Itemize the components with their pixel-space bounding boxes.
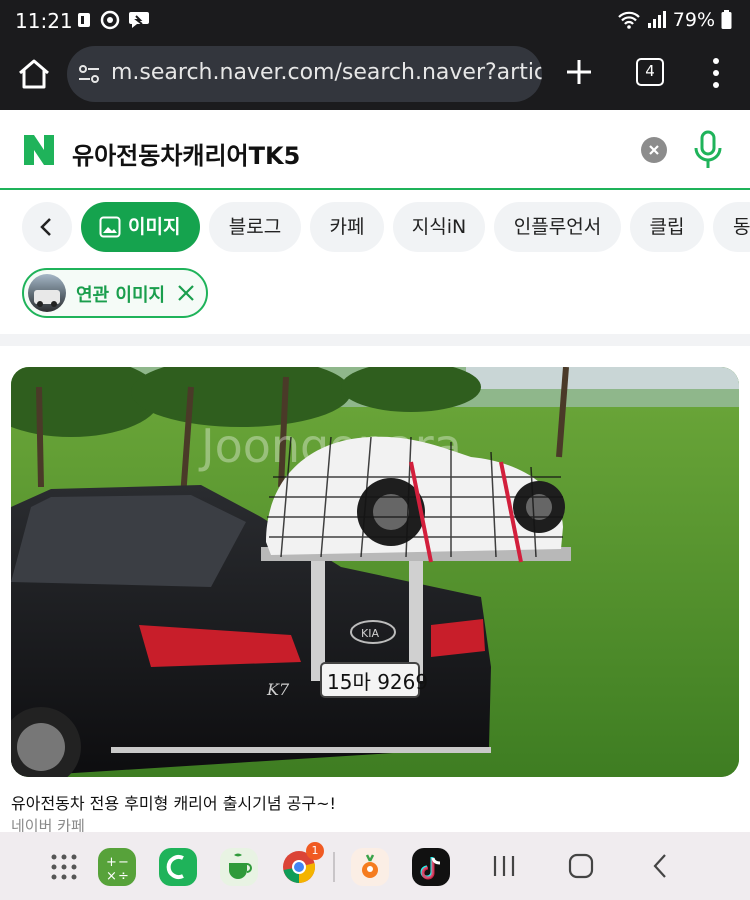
tab-blog[interactable]: 블로그 <box>209 202 301 252</box>
car-logo-text: KIA <box>361 627 379 640</box>
recent-apps-icon[interactable] <box>492 854 516 878</box>
battery-icon <box>721 10 732 29</box>
coffee-app-icon[interactable] <box>220 848 258 886</box>
license-plate-text: 15마 9269 <box>327 670 428 694</box>
app-drawer-icon[interactable] <box>50 853 78 881</box>
result-title[interactable]: 유아전동차 전용 후미형 캐리어 출시기념 공구~! <box>11 790 336 814</box>
browser-toolbar: m.search.naver.com/search.naver?artic 4 <box>0 42 750 110</box>
carrot-app-icon[interactable] <box>351 848 389 886</box>
tab-knowledge[interactable]: 지식iN <box>393 202 485 252</box>
tabs-back-button[interactable] <box>22 202 72 252</box>
home-icon[interactable] <box>16 56 52 92</box>
url-text: m.search.naver.com/search.naver?artic <box>111 60 542 85</box>
chat-notification-icon <box>129 12 149 28</box>
phone-app-icon[interactable] <box>159 848 197 886</box>
tab-influencer[interactable]: 인플루언서 <box>494 202 621 252</box>
search-tabs: 이미지 블로그 카페 지식iN 인플루언서 클립 동 <box>0 190 750 260</box>
back-nav-icon[interactable] <box>650 853 670 879</box>
naver-logo-icon[interactable] <box>22 133 56 167</box>
wifi-icon <box>617 11 640 29</box>
clear-search-button[interactable] <box>641 137 667 163</box>
taskbar: + − × ÷ 1 <box>0 832 750 900</box>
tab-video[interactable]: 동 <box>713 202 750 252</box>
tab-switcher-button[interactable]: 4 <box>636 58 664 86</box>
chip-thumbnail <box>28 274 66 312</box>
notification-badge: 1 <box>306 842 324 860</box>
status-bar: 11:21 79% <box>0 0 750 42</box>
filter-area: 연관 이미지 <box>0 260 750 334</box>
site-settings-icon[interactable] <box>77 62 101 86</box>
svg-text:+: + <box>106 855 117 870</box>
microphone-icon[interactable] <box>692 130 724 170</box>
taskbar-divider <box>333 852 335 882</box>
tab-images[interactable]: 이미지 <box>81 202 200 252</box>
status-time: 11:21 <box>15 9 73 33</box>
section-divider <box>0 334 750 346</box>
signal-icon <box>647 11 666 28</box>
image-icon <box>99 216 121 238</box>
car-carrier-photo: Joongonara 15마 9269 KIA K7 <box>11 367 739 777</box>
tab-label: 이미지 <box>128 216 181 238</box>
svg-text:÷: ÷ <box>118 869 129 884</box>
tab-clip[interactable]: 클립 <box>630 202 704 252</box>
search-bar: 유아전동차캐리어TK5 <box>0 112 750 190</box>
address-bar[interactable]: m.search.naver.com/search.naver?artic <box>67 46 542 102</box>
new-tab-icon[interactable] <box>565 58 593 86</box>
related-images-chip[interactable]: 연관 이미지 <box>22 268 208 318</box>
notification-icons <box>76 10 150 30</box>
search-input[interactable]: 유아전동차캐리어TK5 <box>72 136 300 171</box>
tab-cafe[interactable]: 카페 <box>310 202 384 252</box>
close-icon[interactable] <box>176 283 196 303</box>
chevron-left-icon <box>40 218 51 236</box>
car-badge-text: K7 <box>266 680 290 699</box>
home-nav-icon[interactable] <box>568 853 594 879</box>
tiktok-app-icon[interactable] <box>412 848 450 886</box>
svg-text:−: − <box>118 855 129 870</box>
music-notification-icon <box>78 13 90 27</box>
status-right: 79% <box>617 9 732 31</box>
battery-percentage: 79% <box>672 9 715 31</box>
calculator-app-icon[interactable]: + − × ÷ <box>98 848 136 886</box>
chip-label: 연관 이미지 <box>76 285 166 306</box>
chrome-notification-icon <box>100 10 120 30</box>
result-image[interactable]: Joongonara 15마 9269 KIA K7 <box>11 367 739 777</box>
svg-text:×: × <box>106 869 117 884</box>
close-icon <box>649 145 659 155</box>
more-menu-icon[interactable] <box>706 56 726 90</box>
